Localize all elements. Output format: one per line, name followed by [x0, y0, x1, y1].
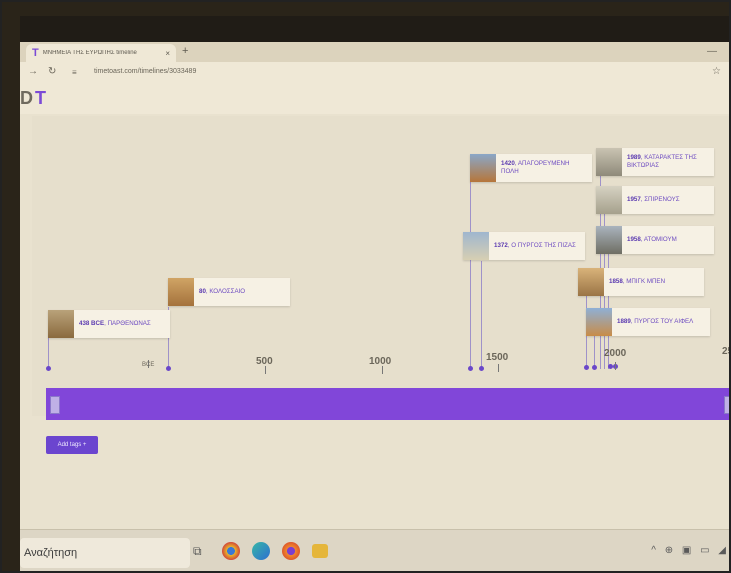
- event-stem: [481, 261, 482, 369]
- range-right-handle[interactable]: [724, 396, 729, 414]
- event-year: 1889: [617, 318, 631, 325]
- minimize-button[interactable]: —: [707, 46, 717, 57]
- victoria-falls-thumbnail: [596, 148, 622, 176]
- eiffel-thumbnail: [586, 308, 612, 336]
- event-card-victoria-falls[interactable]: 1989, ΚΑΤΑΡΑΚΤΕΣ ΤΗΣ ΒΙΚΤΩΡΙΑΣ: [596, 148, 714, 176]
- spirenous-thumbnail: [596, 186, 622, 214]
- edge-icon[interactable]: [252, 542, 270, 560]
- range-left-handle[interactable]: [50, 396, 60, 414]
- colosseum-thumbnail: [168, 278, 194, 306]
- event-card-parthenon[interactable]: 438 BCE, ΠΑΡΘΕΝΩΝΑΣ: [48, 310, 170, 338]
- event-title: ΑΤΟΜΙΟΥΜ: [643, 236, 677, 243]
- axis-label: 2000: [604, 348, 627, 359]
- new-tab-button[interactable]: +: [182, 45, 188, 57]
- timetoast-favicon-icon: T: [32, 47, 39, 59]
- timeline-range-bar[interactable]: [46, 388, 729, 420]
- event-year: 1957: [627, 196, 641, 203]
- event-dot[interactable]: [46, 366, 51, 371]
- monitor-bezel: [20, 16, 729, 42]
- address-bar: → ↻ ≡ timetoast.com/timelines/3033489 ☆: [20, 62, 729, 85]
- axis-label: 25: [722, 346, 729, 357]
- big-ben-thumbnail: [578, 268, 604, 296]
- atomium-thumbnail: [596, 226, 622, 254]
- event-year: 1372: [494, 242, 508, 249]
- logo-left: D: [20, 88, 35, 108]
- windows-taskbar: Αναζήτηση ⧉ ^ ⊕ ▣ ▭ ◢: [20, 529, 729, 571]
- event-title: ΚΟΛΟΣΣΑΙΟ: [209, 288, 246, 295]
- event-card-pisa[interactable]: 1372, Ο ΠΥΡΓΟΣ ΤΗΣ ΠΙΖΑΣ: [463, 232, 585, 260]
- event-year: 1858: [609, 278, 623, 285]
- axis-label: 1000: [369, 356, 392, 367]
- forbidden-city-thumbnail: [470, 154, 496, 182]
- axis-tick: [265, 366, 266, 374]
- event-title: ΜΠΙΓΚ ΜΠΕΝ: [626, 278, 666, 285]
- bce-label: BCE: [142, 362, 155, 368]
- event-card-colosseum[interactable]: 80, ΚΟΛΟΣΣΑΙΟ: [168, 278, 290, 306]
- monitor-screen: T ΜΝΗΜΕΙΑ ΤΗΣ ΕΥΡΩΠΗΣ timeline × + — → ↻…: [20, 16, 729, 571]
- event-stem: [48, 337, 49, 369]
- event-year: 1989: [627, 154, 641, 161]
- tab-title: ΜΝΗΜΕΙΑ ΤΗΣ ΕΥΡΩΠΗΣ timeline: [42, 50, 137, 56]
- event-year: 1958: [627, 236, 641, 243]
- pisa-thumbnail: [463, 232, 489, 260]
- event-year: 438 BCE: [79, 320, 105, 327]
- event-dot[interactable]: [479, 366, 484, 371]
- app-header: DT: [20, 84, 729, 114]
- logo-right: T: [35, 88, 48, 108]
- taskbar-search[interactable]: Αναζήτηση: [20, 538, 190, 568]
- bookmark-star-icon[interactable]: ☆: [712, 66, 721, 77]
- file-explorer-icon[interactable]: [312, 544, 328, 558]
- event-dot[interactable]: [592, 365, 597, 370]
- event-title: ΣΠΙΡΕΝΟΥΣ: [644, 196, 680, 203]
- app-logo[interactable]: DT: [20, 88, 48, 109]
- event-card-atomium[interactable]: 1958, ΑΤΟΜΙΟΥΜ: [596, 226, 714, 254]
- event-title: ΠΑΡΘΕΝΩΝΑΣ: [107, 320, 151, 327]
- event-card-forbidden-city[interactable]: 1420, ΑΠΑΓΟΡΕΥΜΕΝΗ ΠΟΛΗ: [470, 154, 592, 182]
- event-year: 80: [199, 288, 206, 295]
- chrome-icon[interactable]: [222, 542, 240, 560]
- forward-arrow-icon[interactable]: →: [28, 66, 38, 77]
- event-dot[interactable]: [468, 366, 473, 371]
- axis-tick: [615, 362, 616, 370]
- event-year: 1420: [501, 160, 515, 167]
- event-title: ΠΥΡΓΟΣ ΤΟΥ ΑΙΦΕΛ: [634, 318, 694, 325]
- event-title: Ο ΠΥΡΓΟΣ ΤΗΣ ΠΙΖΑΣ: [511, 242, 576, 249]
- task-view-icon[interactable]: ⧉: [193, 544, 202, 559]
- photo-frame: T ΜΝΗΜΕΙΑ ΤΗΣ ΕΥΡΩΠΗΣ timeline × + — → ↻…: [0, 0, 731, 573]
- axis-label: 1500: [486, 352, 509, 363]
- event-card-big-ben[interactable]: 1858, ΜΠΙΓΚ ΜΠΕΝ: [578, 268, 704, 296]
- system-tray[interactable]: ^ ⊕ ▣ ▭ ◢: [651, 545, 729, 556]
- event-dot[interactable]: [166, 366, 171, 371]
- url-field[interactable]: timetoast.com/timelines/3033489: [94, 68, 196, 75]
- add-tags-button[interactable]: Add tags +: [46, 436, 98, 454]
- axis-tick: [382, 366, 383, 374]
- event-card-eiffel[interactable]: 1889, ΠΥΡΓΟΣ ΤΟΥ ΑΙΦΕΛ: [586, 308, 710, 336]
- axis-label: 500: [256, 356, 273, 367]
- browser-tab[interactable]: T ΜΝΗΜΕΙΑ ΤΗΣ ΕΥΡΩΠΗΣ timeline ×: [26, 44, 176, 62]
- parthenon-thumbnail: [48, 310, 74, 338]
- tab-close-icon[interactable]: ×: [165, 49, 170, 58]
- reload-icon[interactable]: ↻: [48, 66, 56, 77]
- event-card-spirenous[interactable]: 1957, ΣΠΙΡΕΝΟΥΣ: [596, 186, 714, 214]
- firefox-icon[interactable]: [282, 542, 300, 560]
- event-stem: [470, 182, 471, 369]
- event-dot[interactable]: [584, 365, 589, 370]
- browser-tab-bar: T ΜΝΗΜΕΙΑ ΤΗΣ ΕΥΡΩΠΗΣ timeline × + —: [20, 42, 729, 62]
- axis-tick: [498, 364, 499, 372]
- site-info-icon[interactable]: ≡: [72, 68, 77, 77]
